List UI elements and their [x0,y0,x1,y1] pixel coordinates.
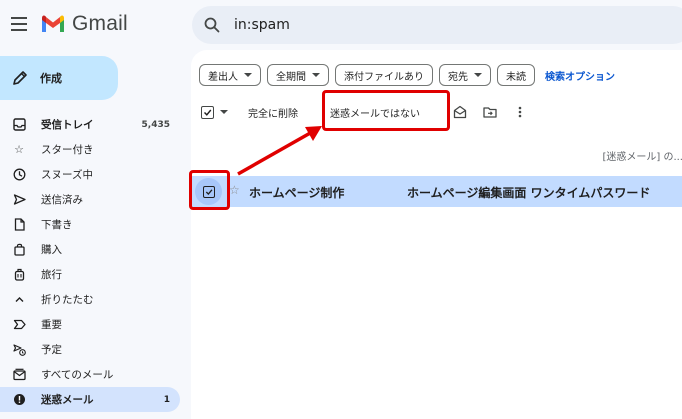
not-spam-highlight-box [322,90,450,131]
sidebar-item-label: 重要 [41,319,62,331]
caret-down-icon [474,73,482,77]
sidebar-item-sent[interactable]: 送信済み [0,187,180,212]
luggage-icon [12,268,26,282]
sidebar-item-important[interactable]: 重要 [0,312,180,337]
spam-count: 1 [163,394,170,405]
mark-as-read-icon[interactable] [452,104,468,120]
mail-subject: ホームページ編集画面 ワンタイムパスワード [407,186,651,200]
spam-info-text: [迷惑メール] の... [602,152,682,163]
shopping-bag-icon [12,243,26,257]
sidebar-item-scheduled[interactable]: 予定 [0,337,180,362]
main-menu-button[interactable] [8,12,32,36]
scheduled-icon [12,343,26,357]
sidebar-item-label: すべてのメール [41,369,114,381]
delete-forever-button[interactable]: 完全に削除 [248,105,298,120]
sidebar-item-label: 折りたたむ [41,294,94,306]
caret-down-icon [312,73,320,77]
gmail-logo[interactable]: Gmail [40,12,128,36]
compose-label: 作成 [40,72,62,85]
sidebar-item-label: 予定 [41,344,62,356]
search-bar[interactable] [192,6,682,44]
important-icon [12,318,26,332]
menu-bar [11,23,27,25]
inbox-count: 5,435 [141,119,170,130]
chip-label: 添付ファイルあり [344,71,424,83]
sidebar-item-label: スヌーズ中 [41,169,93,181]
filter-chip-unread[interactable]: 未読 [497,64,535,86]
sidebar-item-label: 旅行 [41,269,62,281]
chip-label: 差出人 [208,71,238,83]
sidebar-item-label: 購入 [41,244,62,256]
sidebar-item-all-mail[interactable]: すべてのメール [0,362,180,387]
sidebar-item-label: 受信トレイ [41,119,94,131]
app-name: Gmail [72,12,128,35]
search-input[interactable] [234,17,534,33]
select-all-checkbox[interactable] [201,105,214,119]
sidebar-item-purchases[interactable]: 購入 [0,237,180,262]
caret-down-icon [244,73,252,77]
select-options-caret-icon[interactable] [220,110,228,114]
move-to-folder-icon[interactable] [482,104,498,120]
check-icon [204,109,212,116]
sidebar-item-label: 送信済み [41,194,83,206]
spam-icon [12,393,26,407]
send-icon [12,193,26,207]
search-filter-chips: 差出人 全期間 添付ファイルあり 宛先 未読 検索オプション [199,64,615,86]
mail-row-selected[interactable]: ☆ ホームページ制作 ホームページ編集画面 ワンタイムパスワード [191,176,682,207]
star-icon: ☆ [14,143,24,156]
compose-button[interactable]: 作成 [0,56,118,100]
checkbox-highlight-box [189,170,230,210]
chip-label: 未読 [506,71,526,83]
sidebar-item-snoozed[interactable]: スヌーズ中 [0,162,180,187]
sidebar-item-label: 迷惑メール [41,394,94,406]
filter-chip-from[interactable]: 差出人 [199,64,261,86]
mail-sender: ホームページ制作 [249,186,345,200]
advanced-search-link[interactable]: 検索オプション [545,68,615,83]
inbox-icon [12,118,26,132]
sidebar-item-travel[interactable]: 旅行 [0,262,180,287]
sidebar-nav: 受信トレイ 5,435 ☆ スター付き スヌーズ中 送信済み 下書き 購入 旅行 [0,112,180,412]
search-icon[interactable] [204,17,220,33]
more-vert-icon[interactable] [512,104,528,120]
filter-chip-has-attachment[interactable]: 添付ファイルあり [335,64,433,86]
menu-bar [11,29,27,31]
sidebar-item-drafts[interactable]: 下書き [0,212,180,237]
sidebar-item-starred[interactable]: ☆ スター付き [0,137,180,162]
pencil-icon [13,71,27,85]
chevron-up-icon [12,293,26,307]
all-mail-icon [12,368,26,382]
filter-chip-date[interactable]: 全期間 [267,64,329,86]
row-star-icon[interactable]: ☆ [229,183,240,197]
draft-icon [12,218,26,232]
sidebar-item-label: 下書き [41,219,73,231]
filter-chip-to[interactable]: 宛先 [439,64,491,86]
chip-label: 宛先 [448,71,468,83]
sidebar-item-collapse[interactable]: 折りたたむ [0,287,180,312]
chip-label: 全期間 [276,71,306,83]
menu-bar [11,17,27,19]
sidebar-item-spam[interactable]: 迷惑メール 1 [0,387,180,412]
clock-icon [12,168,26,182]
sidebar-item-label: スター付き [41,144,94,156]
sidebar-item-inbox[interactable]: 受信トレイ 5,435 [0,112,180,137]
gmail-m-icon [42,15,64,32]
